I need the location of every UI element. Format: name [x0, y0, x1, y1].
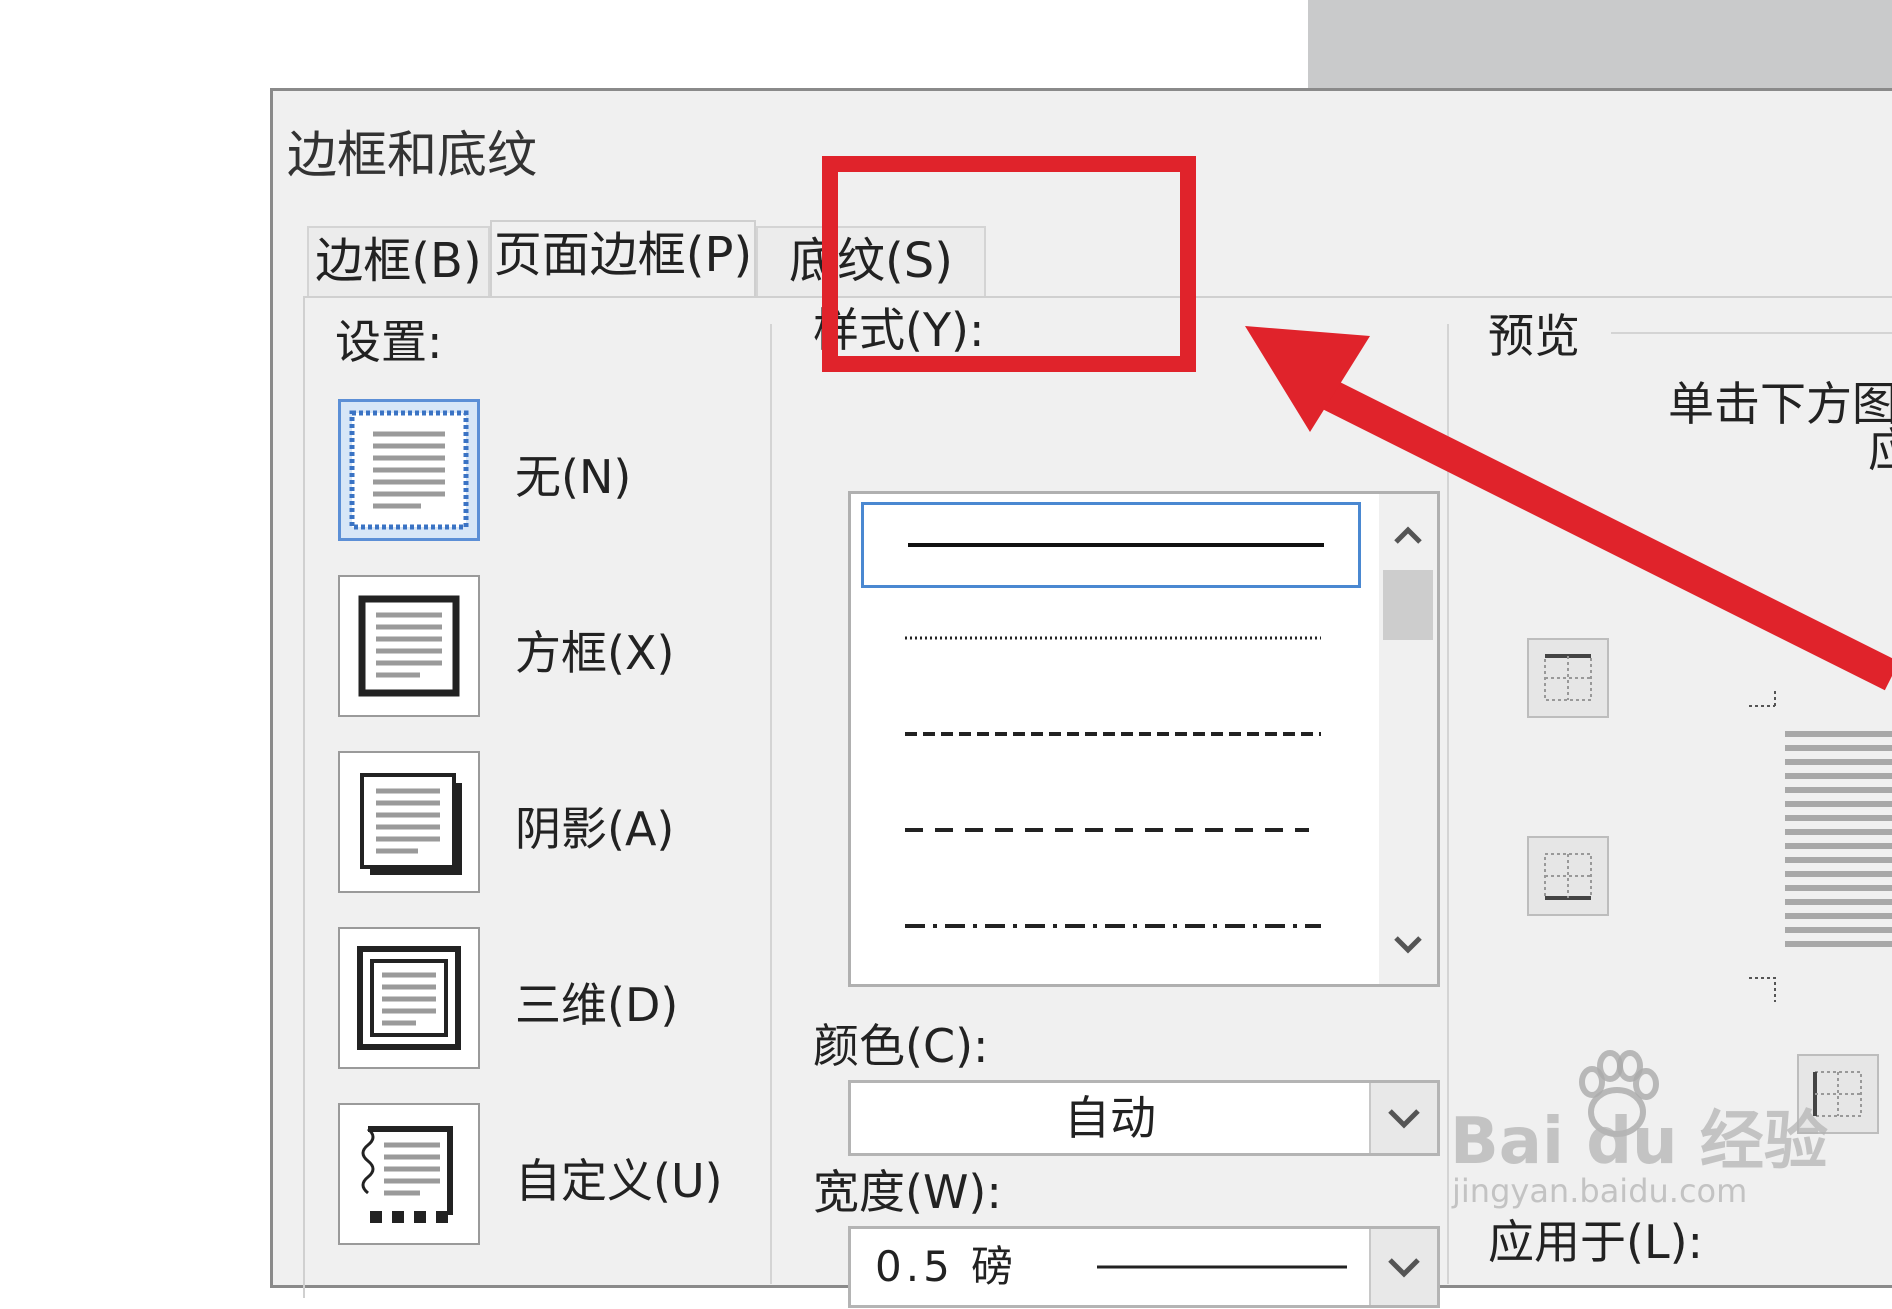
arrow-shaft	[1292, 365, 1892, 691]
annotation-layer	[822, 156, 1892, 691]
highlight-box	[822, 156, 1196, 372]
